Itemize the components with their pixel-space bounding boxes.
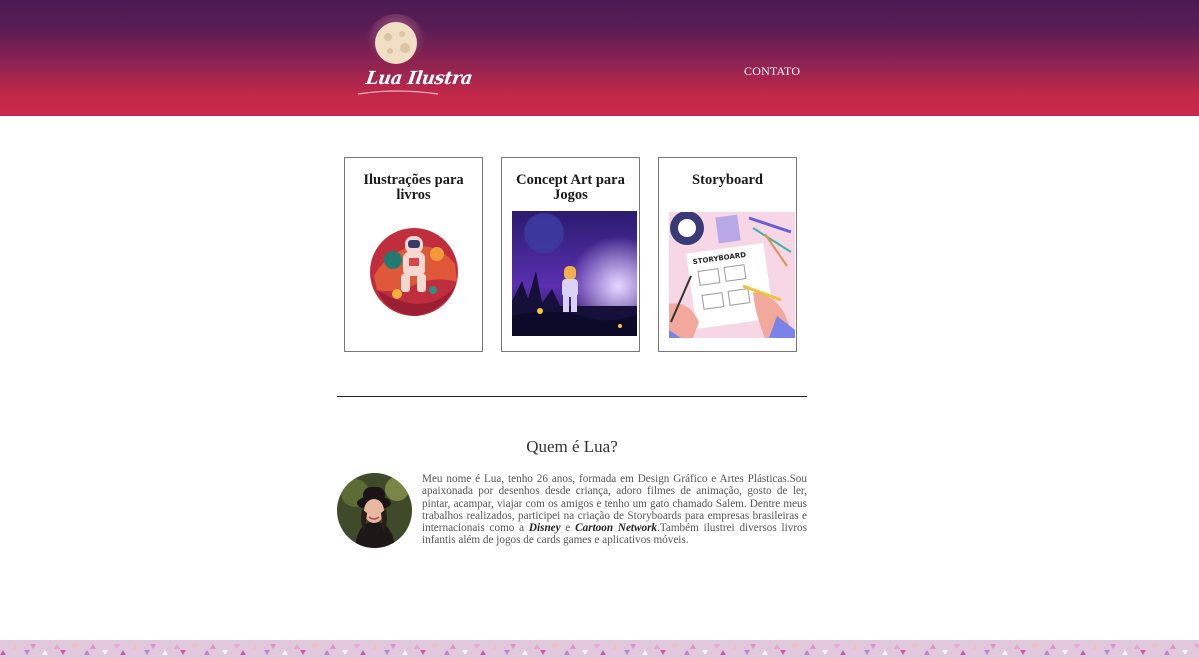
footer-triangle-pattern <box>0 640 1199 658</box>
logo-text: Lua Ilustra <box>364 68 474 89</box>
card-title: Storyboard <box>692 172 763 188</box>
card-storyboard[interactable]: Storyboard STORYBOARD <box>658 157 797 352</box>
card-title: Ilustrações para livros <box>363 172 464 203</box>
about-text-part: e <box>560 522 576 535</box>
about-paragraph: Meu nome é Lua, tenho 26 anos, formada e… <box>422 473 807 547</box>
nav-contato-link[interactable]: CONTATO <box>744 64 800 79</box>
space-landscape-astronaut-illustration <box>512 211 637 336</box>
section-divider <box>337 396 807 397</box>
moon-logo-icon[interactable] <box>350 12 445 104</box>
card-ilustracoes[interactable]: Ilustrações para livros <box>344 157 483 352</box>
storyboard-drawing-illustration: STORYBOARD <box>669 212 795 338</box>
brand-cartoon-network: Cartoon Network <box>575 522 658 535</box>
brand-disney: Disney <box>528 522 561 535</box>
astronaut-planet-illustration <box>370 228 458 316</box>
card-concept-art[interactable]: Concept Art para Jogos <box>501 157 640 352</box>
lua-avatar <box>337 473 412 548</box>
card-title: Concept Art para Jogos <box>516 172 625 203</box>
about-title: Quem é Lua? <box>526 437 618 456</box>
site-header: Lua Ilustra CONTATO <box>0 0 1199 116</box>
